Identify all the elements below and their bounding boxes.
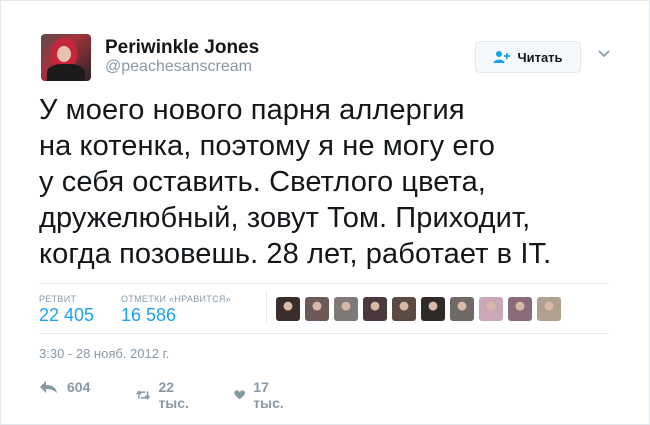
tweet-card: Periwinkle Jones @peachesanscream Читать…: [0, 0, 650, 425]
tweet-line: У моего нового парня аллергия: [39, 94, 465, 126]
tweet-line: когда позовешь. 28 лет, работает в IT.: [39, 238, 552, 270]
liker-avatar[interactable]: [392, 297, 416, 321]
tweet-line: дружелюбный, зовут Том. Приходит,: [39, 202, 531, 234]
avatar-face: [57, 46, 71, 62]
follow-button[interactable]: Читать: [475, 41, 581, 73]
like-button[interactable]: 17 тыс.: [234, 379, 288, 411]
user-name[interactable]: Periwinkle Jones: [105, 37, 259, 59]
liker-avatars: [276, 297, 561, 321]
like-count: 17 тыс.: [253, 379, 284, 411]
follow-label: Читать: [517, 49, 563, 65]
divider: [39, 333, 609, 334]
tweet-line: на котенка, поэтому я не могу его: [39, 130, 495, 162]
liker-avatar[interactable]: [421, 297, 445, 321]
retweet-icon: [136, 390, 151, 400]
liker-avatar[interactable]: [508, 297, 532, 321]
liker-avatar[interactable]: [363, 297, 387, 321]
retweets-label: РЕТВИТ: [39, 294, 77, 304]
chevron-down-icon[interactable]: [597, 49, 611, 59]
likes-label: ОТМЕТКИ «НРАВИТСЯ»: [121, 294, 231, 304]
avatar[interactable]: [41, 34, 91, 81]
liker-avatar[interactable]: [305, 297, 329, 321]
liker-avatar[interactable]: [450, 297, 474, 321]
avatar-body: [47, 64, 85, 81]
liker-avatar[interactable]: [479, 297, 503, 321]
liker-avatar[interactable]: [276, 297, 300, 321]
retweets-count[interactable]: 22 405: [39, 305, 94, 326]
divider: [39, 283, 609, 284]
tweet-text: У моего нового парня аллергия на котенка…: [39, 92, 629, 272]
reply-count: 604: [67, 379, 91, 395]
tweet-timestamp[interactable]: 3:30 - 28 нояб. 2012 г.: [39, 346, 169, 361]
likes-count[interactable]: 16 586: [121, 305, 176, 326]
retweet-count: 22 тыс.: [158, 379, 189, 411]
reply-icon: [40, 381, 57, 393]
heart-icon: [234, 390, 245, 400]
retweet-button[interactable]: 22 тыс.: [136, 379, 194, 411]
tweet-line: у себя оставить. Светлого цвета,: [39, 166, 486, 198]
liker-avatar[interactable]: [334, 297, 358, 321]
divider: [266, 292, 267, 322]
liker-avatar[interactable]: [537, 297, 561, 321]
add-user-icon: [493, 51, 511, 63]
reply-button[interactable]: 604: [39, 379, 90, 395]
user-handle[interactable]: @peachesanscream: [105, 58, 252, 76]
